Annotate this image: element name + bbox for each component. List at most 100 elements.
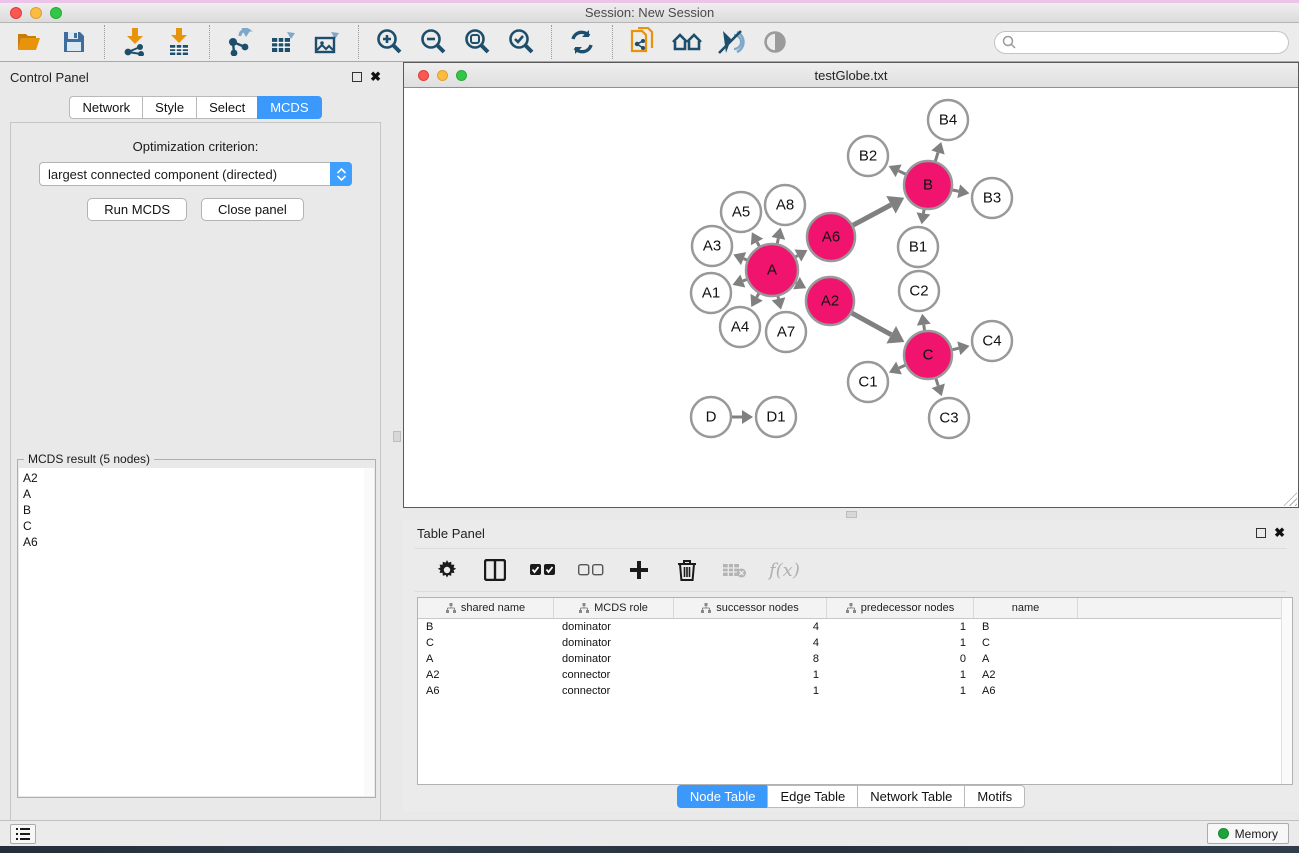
result-item[interactable]: A xyxy=(23,486,364,502)
import-network-icon[interactable] xyxy=(119,27,151,57)
result-item[interactable]: A6 xyxy=(23,534,364,550)
graph-edge[interactable] xyxy=(899,171,906,174)
function-builder-icon[interactable]: f(x) xyxy=(769,560,800,581)
splitter-grip[interactable] xyxy=(846,511,857,518)
export-table-icon[interactable] xyxy=(268,27,300,57)
zoom-fit-icon[interactable] xyxy=(461,27,493,57)
graph-edge[interactable] xyxy=(952,190,958,191)
zoom-in-icon[interactable] xyxy=(373,27,405,57)
tab-edge-table[interactable]: Edge Table xyxy=(767,785,857,808)
column-header-shared-name[interactable]: shared name xyxy=(418,598,554,618)
zoom-out-icon[interactable] xyxy=(417,27,449,57)
select-all-icon[interactable] xyxy=(529,556,557,584)
open-file-icon[interactable] xyxy=(14,27,46,57)
hide-details-icon[interactable] xyxy=(715,27,747,57)
network-canvas[interactable]: AA6A2BCA1A3A4A5A7A8B1B2B3B4C1C2C3C4DD1 xyxy=(404,88,1298,507)
graph-edge[interactable] xyxy=(853,205,891,225)
tab-network-table[interactable]: Network Table xyxy=(857,785,964,808)
splitter-grip[interactable] xyxy=(393,431,401,442)
close-panel-icon[interactable]: ✖ xyxy=(1274,528,1285,538)
add-column-icon[interactable] xyxy=(625,556,653,584)
import-table-icon[interactable] xyxy=(163,27,195,57)
task-history-icon[interactable] xyxy=(10,824,36,844)
result-item[interactable]: C xyxy=(23,518,364,534)
network-graph[interactable]: AA6A2BCA1A3A4A5A7A8B1B2B3B4C1C2C3C4DD1 xyxy=(404,88,1298,507)
optimization-criterion-select[interactable]: largest connected component (directed) xyxy=(39,162,352,186)
tab-node-table[interactable]: Node Table xyxy=(677,785,768,808)
duplicate-network-icon[interactable] xyxy=(627,27,659,57)
mcds-result-list[interactable]: A2 A B C A6 xyxy=(19,468,374,796)
delete-column-icon[interactable] xyxy=(673,556,701,584)
graph-edge[interactable] xyxy=(744,259,747,260)
tab-network[interactable]: Network xyxy=(69,96,142,119)
graph-edge[interactable] xyxy=(777,238,778,243)
graph-node-label: A8 xyxy=(776,197,794,214)
table-row[interactable]: A2connector11A2 xyxy=(418,667,1292,683)
memory-button[interactable]: Memory xyxy=(1207,823,1289,844)
close-panel-icon[interactable]: ✖ xyxy=(370,72,381,82)
table-row[interactable]: A6connector11A6 xyxy=(418,683,1292,699)
hierarchy-icon xyxy=(446,603,456,613)
float-panel-icon[interactable] xyxy=(352,72,362,82)
vertical-splitter[interactable] xyxy=(391,62,403,820)
graph-edge[interactable] xyxy=(936,379,938,386)
main-toolbar xyxy=(0,23,1299,62)
table-row[interactable]: Adominator80A xyxy=(418,651,1292,667)
column-header-mcds-role[interactable]: MCDS role xyxy=(554,598,674,618)
minimize-window-icon[interactable] xyxy=(30,7,42,19)
graph-edge[interactable] xyxy=(796,256,798,257)
graph-node-label: A2 xyxy=(821,293,839,310)
column-visibility-icon[interactable] xyxy=(481,556,509,584)
network-window-titlebar[interactable]: testGlobe.txt xyxy=(404,63,1298,88)
delete-table-icon[interactable] xyxy=(721,556,749,584)
minimize-network-icon[interactable] xyxy=(437,70,448,81)
close-network-icon[interactable] xyxy=(418,70,429,81)
close-window-icon[interactable] xyxy=(10,7,22,19)
graph-edge[interactable] xyxy=(778,296,779,298)
show-details-icon[interactable] xyxy=(759,27,791,57)
first-neighbors-icon[interactable] xyxy=(671,27,703,57)
graph-edge-arrow xyxy=(917,212,931,224)
column-header-successor-nodes[interactable]: successor nodes xyxy=(674,598,827,618)
graph-edge[interactable] xyxy=(923,210,924,214)
column-header-predecessor-nodes[interactable]: predecessor nodes xyxy=(827,598,974,618)
export-network-icon[interactable] xyxy=(224,27,256,57)
result-item[interactable]: B xyxy=(23,502,364,518)
graph-edge[interactable] xyxy=(743,280,747,281)
deselect-all-icon[interactable] xyxy=(577,556,605,584)
settings-gear-icon[interactable] xyxy=(433,556,461,584)
close-panel-button[interactable]: Close panel xyxy=(201,198,304,221)
run-mcds-button[interactable]: Run MCDS xyxy=(87,198,187,221)
maximize-window-icon[interactable] xyxy=(50,7,62,19)
tab-motifs[interactable]: Motifs xyxy=(964,785,1025,808)
float-panel-icon[interactable] xyxy=(1256,528,1266,538)
table-scrollbar[interactable] xyxy=(1281,598,1292,784)
apply-layout-icon[interactable] xyxy=(566,27,598,57)
graph-edge[interactable] xyxy=(935,152,938,161)
search-input[interactable] xyxy=(994,31,1289,54)
graph-edge[interactable] xyxy=(952,348,958,349)
graph-edge-arrow xyxy=(917,314,931,326)
graph-edge[interactable] xyxy=(899,365,905,368)
tab-select[interactable]: Select xyxy=(196,96,257,119)
save-session-icon[interactable] xyxy=(58,27,90,57)
column-header-name[interactable]: name xyxy=(974,598,1078,618)
result-item[interactable]: A2 xyxy=(23,470,364,486)
resize-grip-icon[interactable] xyxy=(1283,492,1297,506)
table-row[interactable]: Bdominator41B xyxy=(418,619,1292,635)
graph-edge[interactable] xyxy=(924,325,925,331)
node-table[interactable]: shared name MCDS role successor nodes pr… xyxy=(417,597,1293,785)
graph-edge[interactable] xyxy=(852,313,891,335)
export-image-icon[interactable] xyxy=(312,27,344,57)
tab-mcds[interactable]: MCDS xyxy=(257,96,321,119)
graph-edge[interactable] xyxy=(757,294,759,298)
maximize-network-icon[interactable] xyxy=(456,70,467,81)
zoom-selected-icon[interactable] xyxy=(505,27,537,57)
table-row[interactable]: Cdominator41C xyxy=(418,635,1292,651)
graph-edge[interactable] xyxy=(757,242,759,246)
graph-edge-arrow xyxy=(957,184,969,198)
horizontal-splitter[interactable] xyxy=(403,508,1299,520)
tab-style[interactable]: Style xyxy=(142,96,196,119)
graph-node-label: B2 xyxy=(859,148,877,165)
graph-edge-arrow xyxy=(742,410,753,424)
